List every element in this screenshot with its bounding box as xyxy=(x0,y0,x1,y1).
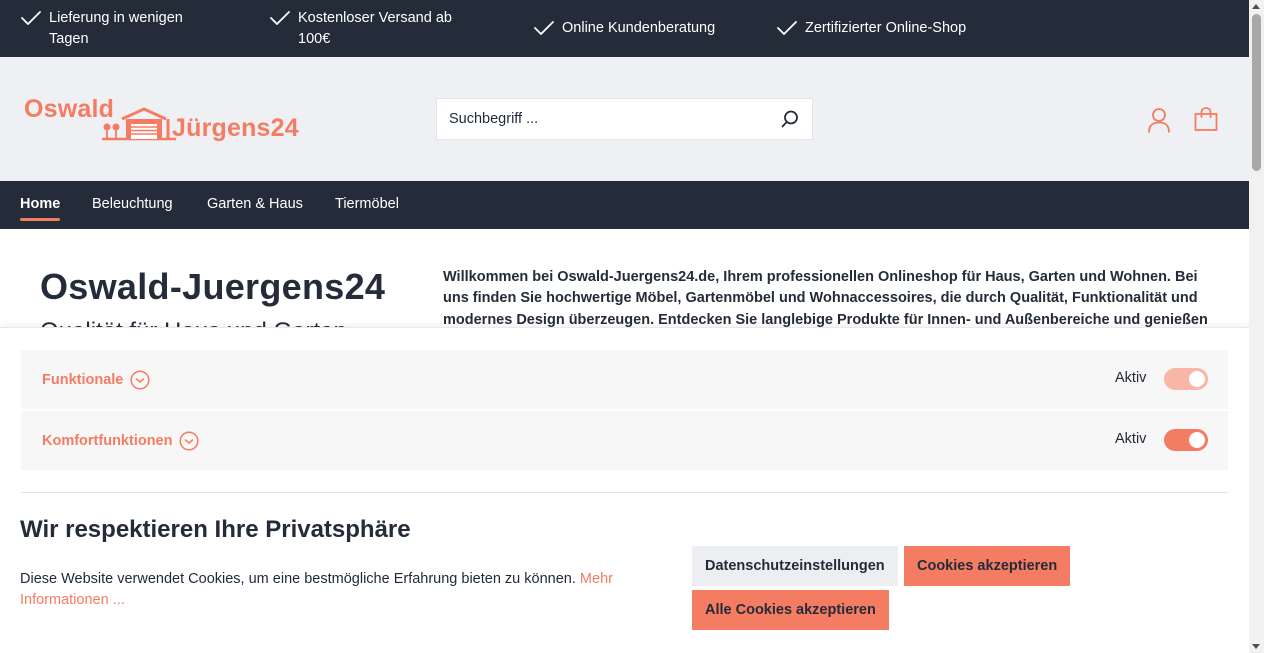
usp-text: Online Kundenberatung xyxy=(562,20,716,36)
check-icon xyxy=(21,11,41,25)
nav-item-beleuchtung[interactable]: Beleuchtung xyxy=(92,196,173,212)
accept-cookies-button[interactable]: Cookies akzeptieren xyxy=(904,546,1071,586)
usp-text: Kostenloser Versand ab xyxy=(298,10,452,26)
usp-text: 100€ xyxy=(298,31,331,47)
scroll-up-arrow-icon[interactable] xyxy=(1252,4,1260,9)
cookie-toggle-komfortfunktionen[interactable] xyxy=(1164,429,1208,451)
cookie-category-funktionale: Funktionale Aktiv xyxy=(21,350,1228,409)
usp-item-consulting: Online Kundenberatung xyxy=(533,18,715,39)
chevron-down-circle-icon[interactable] xyxy=(130,370,150,390)
check-icon xyxy=(534,20,554,35)
site-header: Oswald Jürgens24 xyxy=(0,57,1249,181)
page-title: Oswald-Juergens24 xyxy=(40,266,386,307)
search-input[interactable] xyxy=(437,111,767,127)
usp-item-shipping: Kostenloser Versand ab 100€ xyxy=(269,8,452,50)
cookie-category-toggle-details[interactable]: Funktionale xyxy=(42,370,150,390)
cookie-category-komfortfunktionen: Komfortfunktionen Aktiv xyxy=(21,411,1228,470)
nav-item-home[interactable]: Home xyxy=(20,196,61,221)
usp-item-certified: Zertifizierter Online-Shop xyxy=(776,18,966,39)
cookie-category-label: Funktionale xyxy=(42,372,124,388)
chevron-down-circle-icon[interactable] xyxy=(179,431,200,451)
accept-all-cookies-button[interactable]: Alle Cookies akzeptieren xyxy=(692,590,889,630)
usp-text: Tagen xyxy=(49,31,89,47)
scroll-down-arrow-icon[interactable] xyxy=(1252,644,1260,649)
house-logo-icon xyxy=(102,107,176,141)
usp-item-delivery: Lieferung in wenigen Tagen xyxy=(20,8,183,50)
user-icon[interactable] xyxy=(1147,107,1171,133)
logo-text-jurgens: Jürgens24 xyxy=(172,114,299,142)
toggle-knob xyxy=(1189,432,1205,448)
search-icon[interactable] xyxy=(780,109,800,129)
toggle-knob xyxy=(1189,371,1205,387)
usp-bar: Lieferung in wenigen Tagen Kostenloser Ve… xyxy=(0,0,1249,57)
page-scrollbar[interactable] xyxy=(1249,0,1264,653)
nav-item-garten-haus[interactable]: Garten & Haus xyxy=(207,196,303,212)
divider xyxy=(21,492,1228,493)
cookie-consent-panel: Funktionale Aktiv Komfortfunktionen Akti… xyxy=(0,327,1249,653)
main-navigation: Home Beleuchtung Garten & Haus Tiermöbel xyxy=(0,181,1249,229)
check-icon xyxy=(270,11,290,25)
cookie-description: Diese Website verwendet Cookies, um eine… xyxy=(20,569,660,612)
nav-item-tiermoebel[interactable]: Tiermöbel xyxy=(335,196,399,212)
cookie-category-toggle-details[interactable]: Komfortfunktionen xyxy=(42,431,200,451)
intro-text: Willkommen bei Oswald-Juergens24.de, Ihr… xyxy=(443,269,1208,328)
cookie-description-text: Diese Website verwendet Cookies, um eine… xyxy=(20,571,580,587)
search-box xyxy=(436,98,813,140)
check-icon xyxy=(777,20,797,35)
shop-logo[interactable]: Oswald Jürgens24 xyxy=(24,95,324,147)
shopping-bag-icon[interactable] xyxy=(1193,106,1219,132)
cookie-toggle-funktionale xyxy=(1164,368,1208,390)
cookie-title: Wir respektieren Ihre Privatsphäre xyxy=(20,516,411,543)
cookie-status: Aktiv xyxy=(1115,431,1147,447)
privacy-settings-button[interactable]: Datenschutzeinstellungen xyxy=(692,546,898,586)
cookie-category-label: Komfortfunktionen xyxy=(42,433,173,449)
usp-text: Lieferung in wenigen xyxy=(49,10,183,26)
scroll-thumb[interactable] xyxy=(1252,14,1261,171)
usp-text: Zertifizierter Online-Shop xyxy=(805,20,967,36)
cookie-status: Aktiv xyxy=(1115,370,1147,386)
